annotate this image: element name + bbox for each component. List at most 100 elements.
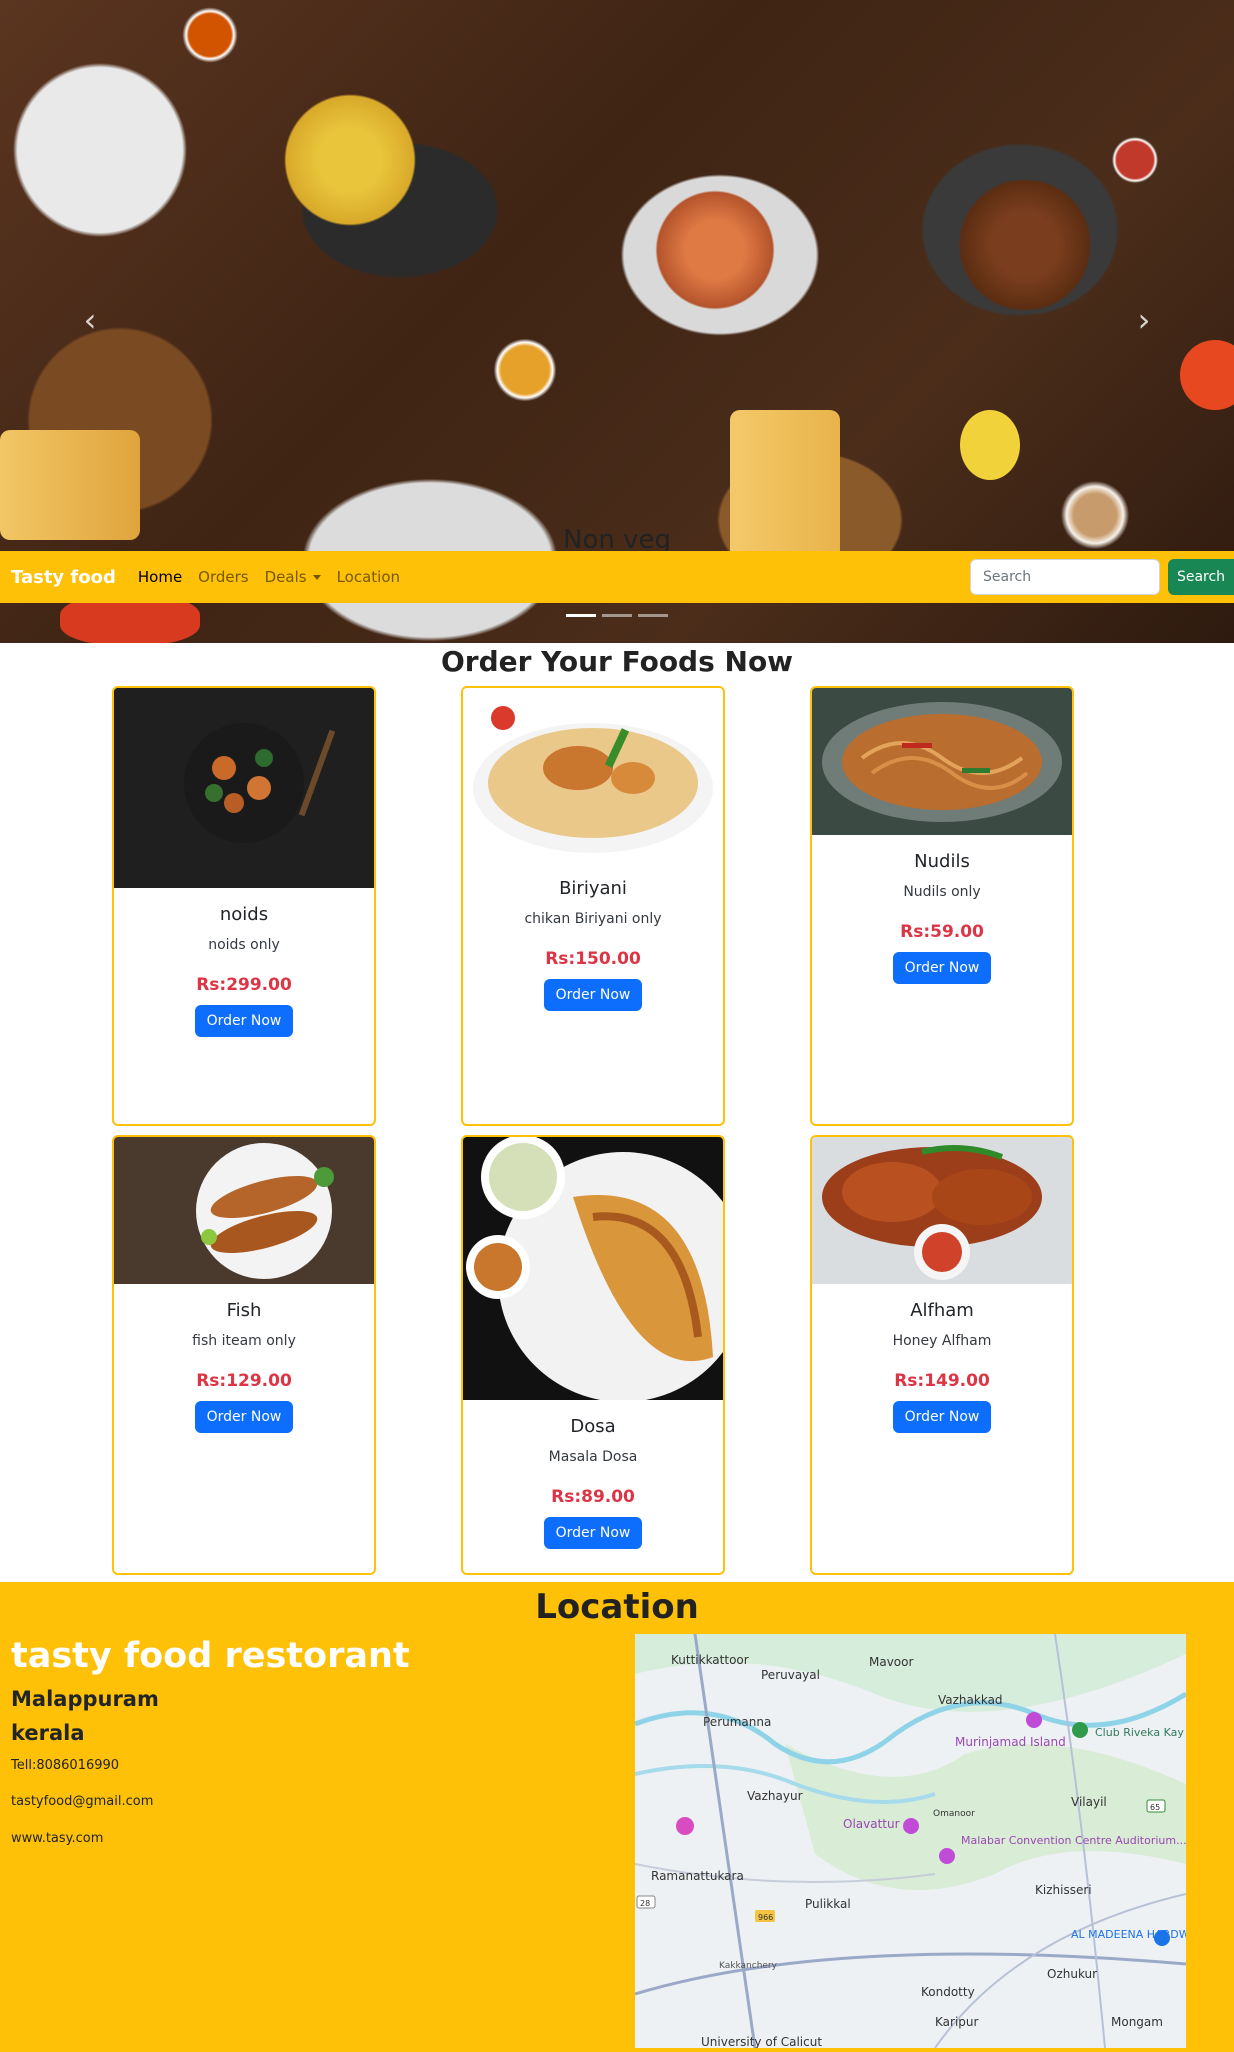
search-button[interactable]: Search [1168, 559, 1234, 595]
map-canvas[interactable]: Kuttikkattoor Peruvayal Mavoor Vazhakkad… [635, 1634, 1186, 2048]
turmeric-bowl-image [480, 330, 570, 410]
food-card: noids noids only Rs:299.00 Order Now [112, 686, 376, 1126]
order-now-button[interactable]: Order Now [194, 1005, 294, 1037]
food-price: Rs:129.00 [196, 1371, 292, 1391]
food-description: noids only [208, 937, 280, 953]
road-shield-label: 28 [640, 1899, 650, 1908]
food-image-biriyani [463, 688, 723, 862]
order-now-button[interactable]: Order Now [892, 952, 992, 984]
sauce-bowl-image [1100, 130, 1170, 190]
food-image-noids [114, 688, 374, 888]
order-now-button[interactable]: Order Now [543, 1517, 643, 1549]
carousel-next-icon[interactable]: › [1124, 300, 1164, 340]
search-form: Search [970, 559, 1234, 595]
map-label: University of Calicut [701, 2035, 822, 2048]
food-card: Biriyani chikan Biriyani only Rs:150.00 … [461, 686, 725, 1126]
map-label: Karipur [935, 2015, 979, 2029]
caret-down-icon [312, 575, 321, 580]
food-card: Alfham Honey Alfham Rs:149.00 Order Now [810, 1135, 1074, 1575]
food-name: Dosa [570, 1416, 616, 1437]
restaurant-name: tasty food restorant [11, 1636, 410, 1676]
food-card: Nudils Nudils only Rs:59.00 Order Now [810, 686, 1074, 1126]
hero-carousel: ‹ › Non veg [0, 0, 1234, 643]
rice-dish-image [270, 90, 430, 230]
biriyani-illustration [473, 706, 713, 853]
contact-phone: Tell:8086016990 [11, 1758, 120, 1773]
map-label: Pulikkal [805, 1897, 851, 1911]
order-now-button[interactable]: Order Now [194, 1401, 294, 1433]
carousel-indicators [0, 614, 1234, 617]
map-pin-icon[interactable] [1026, 1712, 1042, 1728]
food-description: chikan Biriyani only [524, 911, 662, 927]
map-label: Kakkanchery [719, 1961, 778, 1971]
map-label: Vazhayur [747, 1789, 803, 1803]
address-city: Malappuram [11, 1687, 159, 1711]
map-label: Mavoor [869, 1655, 913, 1669]
food-description: Nudils only [903, 884, 981, 900]
fish-illustration [196, 1143, 334, 1279]
contact-website: www.tasy.com [11, 1831, 104, 1846]
food-card: Dosa Masala Dosa Rs:89.00 Order Now [461, 1135, 725, 1575]
steak-dish-image [940, 180, 1110, 310]
food-name: Alfham [910, 1300, 974, 1321]
map-pin-icon[interactable] [939, 1848, 955, 1864]
order-now-button[interactable]: Order Now [892, 1401, 992, 1433]
food-price: Rs:299.00 [196, 975, 292, 995]
map-pin-icon[interactable] [1154, 1930, 1170, 1946]
map-label: Murinjamad Island [955, 1735, 1066, 1749]
food-price: Rs:89.00 [551, 1487, 635, 1507]
map-pin-icon[interactable] [903, 1818, 919, 1834]
map-label: Peruvayal [761, 1668, 820, 1682]
contact-email: tastyfood@gmail.com [11, 1794, 154, 1809]
map-label: Olavattur [843, 1817, 900, 1831]
map-label: Club Riveka Kay [1095, 1726, 1184, 1739]
brand-logo[interactable]: Tasty food [11, 567, 116, 588]
pan-illustration [184, 723, 336, 843]
search-input[interactable] [970, 559, 1160, 595]
fries-left-image [0, 430, 140, 540]
nav-link-orders[interactable]: Orders [198, 568, 248, 586]
address-state: kerala [11, 1721, 85, 1745]
noodles-illustration [822, 702, 1062, 822]
carousel-indicator[interactable] [566, 614, 596, 617]
map-pin-icon[interactable] [1072, 1722, 1088, 1738]
map-label: Ramanattukara [651, 1869, 744, 1883]
food-card: Fish fish iteam only Rs:129.00 Order Now [112, 1135, 376, 1575]
food-image-dosa [463, 1137, 723, 1402]
nav-link-home[interactable]: Home [138, 568, 182, 586]
map-label: Kuttikkattoor [671, 1653, 749, 1667]
food-image-fish [114, 1137, 374, 1284]
map-label: Kondotty [921, 1985, 975, 1999]
food-description: fish iteam only [192, 1333, 296, 1349]
food-name: Fish [226, 1300, 262, 1321]
map-label: Malabar Convention Centre Auditorium... [961, 1834, 1186, 1847]
tomato-image [1180, 340, 1234, 410]
food-name: Nudils [914, 851, 970, 872]
dosa-illustration [466, 1137, 723, 1402]
food-name: noids [219, 904, 269, 925]
map-label: Ozhukur [1047, 1967, 1097, 1981]
map-label: Vilayil [1071, 1795, 1107, 1809]
lemon-image [960, 410, 1020, 480]
order-now-button[interactable]: Order Now [543, 979, 643, 1011]
navbar: Tasty food Home Orders Deals Location Se… [0, 551, 1234, 603]
carousel-indicator[interactable] [602, 614, 632, 617]
embedded-map[interactable]: Kuttikkattoor Peruvayal Mavoor Vazhakkad… [635, 1634, 1186, 2048]
carousel-prev-icon[interactable]: ‹ [70, 300, 110, 340]
nav-link-location[interactable]: Location [337, 568, 400, 586]
food-name: Biriyani [559, 878, 627, 899]
map-pin-icon[interactable] [676, 1817, 694, 1835]
nav-link-deals-label: Deals [264, 568, 307, 586]
nav-dropdown-deals[interactable]: Deals [265, 568, 321, 586]
carousel-indicator[interactable] [638, 614, 668, 617]
alfham-illustration [822, 1145, 1042, 1280]
shrimp-dish-image [640, 190, 790, 310]
map-label: Kizhisseri [1035, 1883, 1092, 1897]
map-label: Omanoor [933, 1809, 975, 1819]
food-image-nudils [812, 688, 1072, 835]
location-section: Location tasty food restorant Malappuram… [0, 1582, 1234, 2052]
food-price: Rs:150.00 [545, 949, 641, 969]
food-image-alfham [812, 1137, 1072, 1284]
map-label: Vazhakkad [938, 1693, 1003, 1707]
menu-section-title: Order Your Foods Now [440, 645, 794, 678]
